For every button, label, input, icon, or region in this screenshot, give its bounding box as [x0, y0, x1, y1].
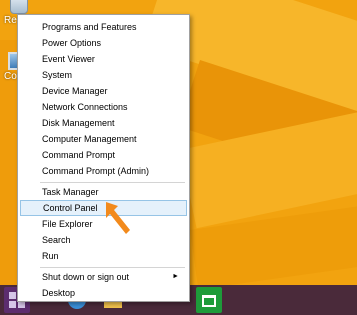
menu-item-shut-down-or-sign-out[interactable]: Shut down or sign out ►	[20, 269, 187, 285]
chevron-right-icon: ►	[172, 273, 179, 280]
power-user-menu: Programs and Features Power Options Even…	[17, 14, 190, 302]
start-icon	[9, 292, 16, 299]
menu-separator	[40, 182, 185, 183]
menu-item-command-prompt[interactable]: Command Prompt	[20, 147, 187, 163]
menu-item-system[interactable]: System	[20, 67, 187, 83]
menu-item-device-manager[interactable]: Device Manager	[20, 83, 187, 99]
start-icon	[18, 301, 25, 308]
desktop-icon-label: Co	[4, 71, 17, 82]
menu-item-power-options[interactable]: Power Options	[20, 35, 187, 51]
menu-item-command-prompt-admin[interactable]: Command Prompt (Admin)	[20, 163, 187, 179]
store-icon	[202, 295, 216, 307]
menu-item-label: Shut down or sign out	[42, 272, 130, 282]
menu-item-desktop[interactable]: Desktop	[20, 285, 187, 301]
pointer-arrow-icon	[106, 202, 130, 234]
menu-item-network-connections[interactable]: Network Connections	[20, 99, 187, 115]
taskbar-store[interactable]	[196, 287, 222, 313]
menu-item-programs-and-features[interactable]: Programs and Features	[20, 19, 187, 35]
menu-separator	[40, 267, 185, 268]
start-icon	[9, 301, 16, 308]
menu-item-event-viewer[interactable]: Event Viewer	[20, 51, 187, 67]
desktop: Re Co Programs and Features Power Option…	[0, 0, 357, 315]
menu-item-computer-management[interactable]: Computer Management	[20, 131, 187, 147]
menu-item-disk-management[interactable]: Disk Management	[20, 115, 187, 131]
menu-item-task-manager[interactable]: Task Manager	[20, 184, 187, 200]
recycle-bin-icon	[10, 0, 28, 14]
desktop-icon-label: Re	[4, 15, 17, 26]
menu-item-run[interactable]: Run	[20, 248, 187, 264]
